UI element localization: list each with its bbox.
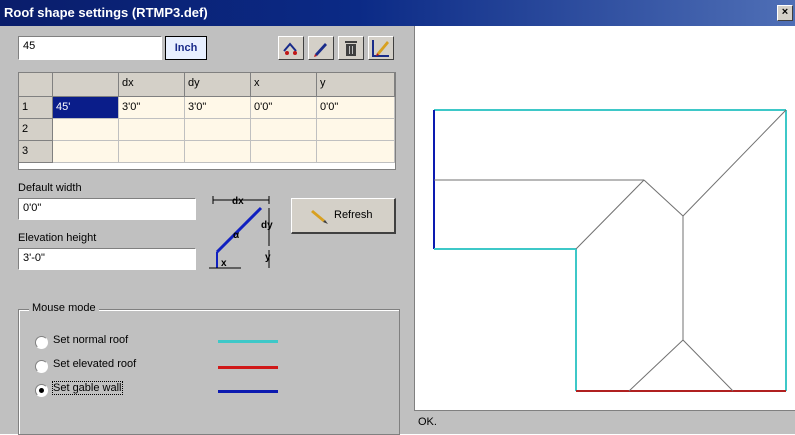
valley-line (575, 179, 645, 250)
column-header-dx: dx (119, 73, 185, 97)
gable-wall-label[interactable]: Set gable wall (52, 381, 123, 395)
row-number: 3 (19, 141, 53, 163)
roof-pick-icon (283, 42, 297, 55)
trash-icon (345, 41, 357, 56)
angle-input-value: 45 (23, 40, 36, 52)
slope-diagram: dx dy α x y (209, 196, 273, 269)
elevation-height-field[interactable]: 3'-0" (18, 248, 196, 270)
column-header-dy: dy (185, 73, 251, 97)
elevated-roof-color-swatch (218, 366, 278, 369)
hip-line-4 (682, 339, 734, 392)
table-cell-angle[interactable] (53, 119, 119, 141)
dy-label: dy (261, 220, 273, 231)
close-button[interactable]: × (777, 5, 793, 21)
table-cell-dy[interactable]: 3'0" (185, 97, 251, 119)
hip-line-2 (682, 109, 787, 217)
column-header-angle (53, 73, 119, 97)
normal-roof-label[interactable]: Set normal roof (53, 334, 128, 346)
table-cell-x[interactable] (251, 141, 317, 163)
roof-drawing-canvas[interactable] (414, 26, 795, 410)
dx-label: dx (232, 196, 244, 207)
table-cell-y[interactable] (317, 119, 395, 141)
hip-line-3 (628, 339, 684, 392)
elevated-roof-radio[interactable] (35, 360, 48, 373)
normal-roof-radio[interactable] (35, 336, 48, 349)
settings-panel: 45 Inch dx dy x y 1 45' 3'0" 3'0" 0'0" 0… (0, 26, 414, 435)
column-header-y: y (317, 73, 395, 97)
table-cell-dx[interactable]: 3'0" (119, 97, 185, 119)
elevation-height-label: Elevation height (18, 232, 97, 244)
pen-icon (314, 43, 327, 57)
mouse-mode-title: Mouse mode (29, 302, 99, 314)
default-width-field[interactable]: 0'0" (18, 198, 196, 220)
status-bar: OK. (414, 410, 795, 434)
draw-pen-button[interactable] (308, 36, 334, 60)
table-cell-dx[interactable] (119, 119, 185, 141)
refresh-button[interactable]: Refresh (291, 198, 396, 234)
table-cell-y[interactable] (317, 141, 395, 163)
gable-wall-color-swatch (218, 390, 278, 393)
table-cell-dx[interactable] (119, 141, 185, 163)
column-header-x: x (251, 73, 317, 97)
default-width-value: 0'0" (23, 202, 42, 214)
refresh-button-label: Refresh (334, 209, 373, 221)
ruler-pencil-icon (372, 40, 389, 57)
status-text: OK. (418, 416, 437, 428)
ruler-button[interactable] (368, 36, 394, 60)
row-number: 1 (19, 97, 53, 119)
roof-segments-table[interactable]: dx dy x y 1 45' 3'0" 3'0" 0'0" 0'0" 2 3 (18, 72, 396, 170)
table-cell-angle[interactable]: 45' (53, 97, 119, 119)
angle-input[interactable]: 45 (18, 36, 162, 60)
mouse-mode-group: Mouse mode Set normal roof Set elevated … (18, 302, 400, 435)
delete-button[interactable] (338, 36, 364, 60)
table-corner (19, 73, 53, 97)
hip-line-1 (643, 179, 684, 217)
elevated-roof-label[interactable]: Set elevated roof (53, 358, 136, 370)
title-bar: Roof shape settings (RTMP3.def) × (0, 0, 795, 26)
table-cell-dy[interactable] (185, 141, 251, 163)
window-title: Roof shape settings (RTMP3.def) (4, 5, 208, 20)
roof-pick-button[interactable] (278, 36, 304, 60)
table-cell-y[interactable]: 0'0" (317, 97, 395, 119)
table-cell-x[interactable]: 0'0" (251, 97, 317, 119)
gable-wall-radio[interactable] (35, 384, 48, 397)
unit-inch-button[interactable]: Inch (165, 36, 207, 60)
elevation-height-value: 3'-0" (23, 252, 45, 264)
radio-selected-dot (39, 388, 44, 393)
row-number: 2 (19, 119, 53, 141)
normal-roof-color-swatch (218, 340, 278, 343)
table-cell-x[interactable] (251, 119, 317, 141)
roof-plan-drawing (433, 109, 787, 392)
alpha-label: α (233, 230, 240, 241)
table-cell-dy[interactable] (185, 119, 251, 141)
table-cell-angle[interactable] (53, 141, 119, 163)
y-label: y (265, 252, 271, 263)
x-label: x (221, 258, 227, 269)
default-width-label: Default width (18, 182, 82, 194)
pencil-icon (311, 210, 328, 224)
